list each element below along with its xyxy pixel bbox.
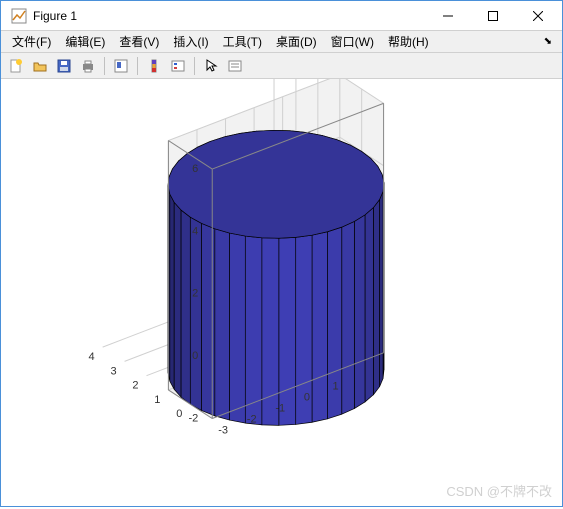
svg-text:3: 3	[110, 365, 116, 377]
toolbar-separator	[194, 57, 195, 75]
toolbar	[1, 53, 562, 79]
menu-file[interactable]: 文件(F)	[5, 31, 58, 52]
watermark: CSDN @不牌不改	[446, 481, 552, 500]
svg-text:2: 2	[192, 288, 198, 300]
window-titlebar: Figure 1	[1, 1, 562, 31]
svg-text:-2: -2	[188, 412, 198, 424]
minimize-button[interactable]	[425, 1, 470, 30]
open-icon[interactable]	[29, 55, 51, 77]
window-controls	[425, 1, 560, 30]
svg-text:-2: -2	[247, 413, 257, 425]
svg-text:2: 2	[132, 380, 138, 392]
svg-text:6: 6	[192, 163, 198, 175]
window-title: Figure 1	[33, 9, 425, 23]
colorbar-icon[interactable]	[143, 55, 165, 77]
toolbar-separator	[137, 57, 138, 75]
edit-plot-icon[interactable]	[224, 55, 246, 77]
pointer-icon[interactable]	[200, 55, 222, 77]
plot-area[interactable]: -2 0 2 4 6 -3 -2 -1 0 1 0 1 2 3 4 CSDN @不牌不改	[1, 79, 562, 506]
menu-desktop[interactable]: 桌面(D)	[269, 31, 324, 52]
menubar: 文件(F) 编辑(E) 查看(V) 插入(I) 工具(T) 桌面(D) 窗口(W…	[1, 31, 562, 53]
svg-text:0: 0	[176, 408, 182, 420]
menu-edit[interactable]: 编辑(E)	[58, 31, 112, 52]
menu-dropdown-arrow[interactable]: ⬊	[538, 36, 558, 47]
svg-text:-3: -3	[218, 424, 228, 436]
svg-text:4: 4	[192, 225, 198, 237]
svg-text:-1: -1	[275, 402, 285, 414]
svg-text:4: 4	[89, 351, 95, 363]
svg-text:1: 1	[154, 394, 160, 406]
menu-tools[interactable]: 工具(T)	[216, 31, 269, 52]
datacursor-icon[interactable]	[110, 55, 132, 77]
print-icon[interactable]	[77, 55, 99, 77]
svg-text:0: 0	[192, 350, 198, 362]
menu-insert[interactable]: 插入(I)	[166, 31, 215, 52]
menu-window[interactable]: 窗口(W)	[324, 31, 381, 52]
menu-view[interactable]: 查看(V)	[112, 31, 166, 52]
axes-3d: -2 0 2 4 6 -3 -2 -1 0 1 0 1 2 3 4	[1, 79, 562, 506]
app-icon	[11, 8, 27, 24]
maximize-button[interactable]	[470, 1, 515, 30]
toolbar-separator	[104, 57, 105, 75]
menu-help[interactable]: 帮助(H)	[381, 31, 436, 52]
new-figure-icon[interactable]	[5, 55, 27, 77]
svg-text:0: 0	[304, 392, 310, 404]
legend-icon[interactable]	[167, 55, 189, 77]
save-icon[interactable]	[53, 55, 75, 77]
close-button[interactable]	[515, 1, 560, 30]
svg-text:1: 1	[332, 381, 338, 393]
